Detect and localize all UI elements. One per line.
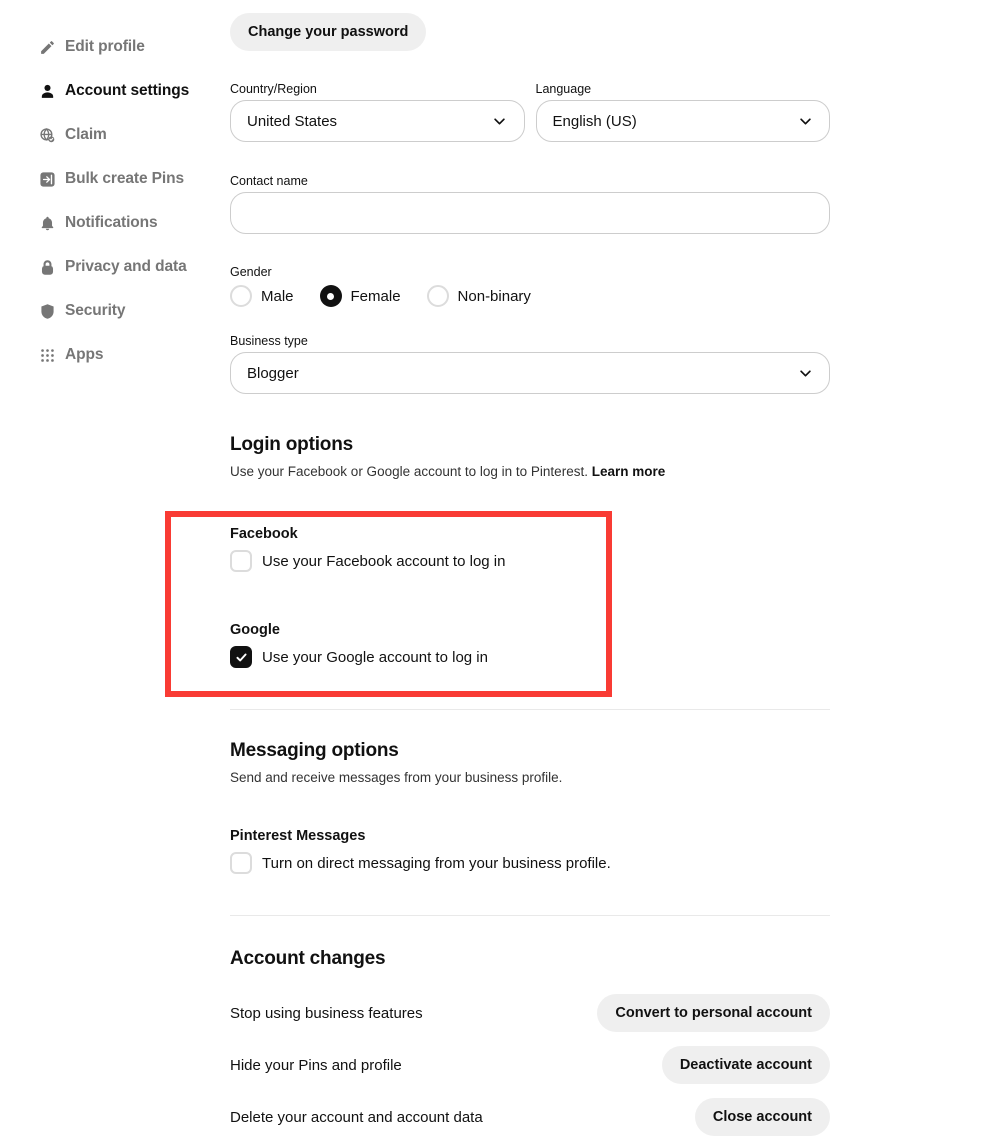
chevron-down-icon [492,113,508,129]
account-change-button-wrapper: Close account [694,1098,830,1136]
login-options-subtitle: Use your Facebook or Google account to l… [230,464,850,479]
gender-option-non-binary[interactable]: Non-binary [426,285,531,307]
sidebar-item-privacy-and-data[interactable]: Privacy and data [0,250,228,284]
login-options-subtitle-text: Use your Facebook or Google account to l… [230,464,588,479]
messaging-options-subtitle: Send and receive messages from your busi… [230,770,563,785]
language-value: English (US) [552,112,637,130]
messaging-options-section: Messaging options Send and receive messa… [230,740,850,874]
radio-checked-icon[interactable] [319,285,342,307]
sidebar-item-security[interactable]: Security [0,294,228,328]
google-checkbox-row[interactable]: Use your Google account to log in [230,646,488,668]
shield-icon [38,302,56,320]
gender-option-label: Non-binary [457,287,531,305]
login-options-section: Login options Use your Facebook or Googl… [165,434,850,697]
sidebar-item-label: Claim [65,126,107,143]
sidebar-item-account-settings[interactable]: Account settings [0,74,228,108]
country-language-row: Country/Region United States Language En… [230,82,830,142]
gender-option-male[interactable]: Male [230,285,294,307]
facebook-checkbox-label: Use your Facebook account to log in [262,552,506,570]
country-region-label: Country/Region [230,82,317,96]
sidebar-item-claim[interactable]: Claim [0,118,228,152]
account-change-button-wrapper: Convert to personal account [597,994,830,1032]
gender-label: Gender [230,265,272,279]
country-region-value: United States [247,112,338,130]
login-options-title: Login options [230,434,353,455]
section-divider [230,915,830,916]
account-change-button-wrapper: Deactivate account [661,1046,830,1084]
settings-sidebar: Edit profile Account settings Claim Bulk… [0,0,228,1148]
account-change-row: Hide your Pins and profile Deactivate ac… [230,1046,830,1084]
business-type-field: Business type Blogger [230,334,830,394]
sidebar-item-label: Apps [65,346,104,363]
sidebar-item-label: Privacy and data [65,258,187,275]
pinterest-messages-checkbox-label: Turn on direct messaging from your busin… [262,854,611,872]
facebook-checkbox-row[interactable]: Use your Facebook account to log in [230,550,505,572]
language-label: Language [535,82,592,96]
contact-name-input[interactable] [230,192,830,234]
sidebar-item-notifications[interactable]: Notifications [0,206,228,240]
sidebar-item-label: Notifications [65,214,158,231]
country-region-select[interactable]: United States [230,100,525,142]
google-checkbox-label: Use your Google account to log in [262,648,488,666]
bell-icon [38,214,56,232]
contact-name-label: Contact name [230,174,308,188]
sidebar-item-label: Security [65,302,126,319]
sidebar-item-label: Edit profile [65,38,145,55]
business-type-label: Business type [230,334,308,348]
pinterest-messages-title: Pinterest Messages [230,828,366,844]
pencil-icon [38,38,56,56]
facebook-title: Facebook [230,526,298,542]
radio-unchecked-icon[interactable] [230,285,252,307]
lock-icon [38,258,56,276]
gender-option-female[interactable]: Female [319,285,401,307]
chevron-down-icon [797,365,813,381]
sidebar-item-edit-profile[interactable]: Edit profile [0,30,228,64]
account-change-row: Delete your account and account data Clo… [230,1098,830,1136]
pinterest-messages-checkbox-row[interactable]: Turn on direct messaging from your busin… [230,852,611,874]
language-field: Language English (US) [535,82,830,142]
account-changes-section: Account changes Stop using business feat… [230,948,850,1136]
account-settings-page: Edit profile Account settings Claim Bulk… [0,0,986,1148]
deactivate-account-button[interactable]: Deactivate account [661,1046,830,1084]
sidebar-item-label: Account settings [65,82,190,99]
sidebar-item-bulk-create-pins[interactable]: Bulk create Pins [0,162,228,196]
messaging-options-title: Messaging options [230,740,399,761]
radio-unchecked-icon[interactable] [426,285,449,307]
checkbox-unchecked-icon[interactable] [230,852,252,874]
account-change-row: Stop using business features Convert to … [230,994,830,1032]
person-icon [38,82,56,100]
change-password-wrapper: Change your password [230,13,427,51]
checkbox-unchecked-icon[interactable] [230,550,252,572]
import-arrow-icon [38,170,56,188]
change-password-button[interactable]: Change your password [230,13,427,51]
sidebar-item-label: Bulk create Pins [65,170,185,187]
convert-to-personal-account-button[interactable]: Convert to personal account [597,994,830,1032]
facebook-login-option: Facebook Use your Facebook account to lo… [230,526,505,572]
google-login-option: Google Use your Google account to log in [230,622,488,668]
section-divider [230,709,830,710]
grid-dots-icon [38,346,56,364]
pinterest-messages-option: Pinterest Messages Turn on direct messag… [230,828,611,874]
close-account-button[interactable]: Close account [694,1098,830,1136]
checkbox-checked-icon[interactable] [230,646,252,668]
globe-check-icon [38,126,56,144]
business-type-select[interactable]: Blogger [230,352,830,394]
gender-field: Gender Male Female Non-binary [230,265,830,307]
sidebar-item-apps[interactable]: Apps [0,338,228,372]
country-region-field: Country/Region United States [230,82,525,142]
account-change-description: Hide your Pins and profile [230,1056,402,1074]
account-changes-title: Account changes [230,948,386,969]
gender-radio-group: Male Female Non-binary [230,285,830,307]
contact-name-field: Contact name [230,174,830,234]
learn-more-link[interactable]: Learn more [592,464,666,479]
chevron-down-icon [797,113,813,129]
business-type-value: Blogger [247,364,299,382]
google-title: Google [230,622,280,638]
gender-option-label: Male [261,287,294,305]
gender-option-label: Female [350,287,401,305]
language-select[interactable]: English (US) [535,100,830,142]
account-change-description: Stop using business features [230,1004,423,1022]
account-change-description: Delete your account and account data [230,1108,483,1126]
